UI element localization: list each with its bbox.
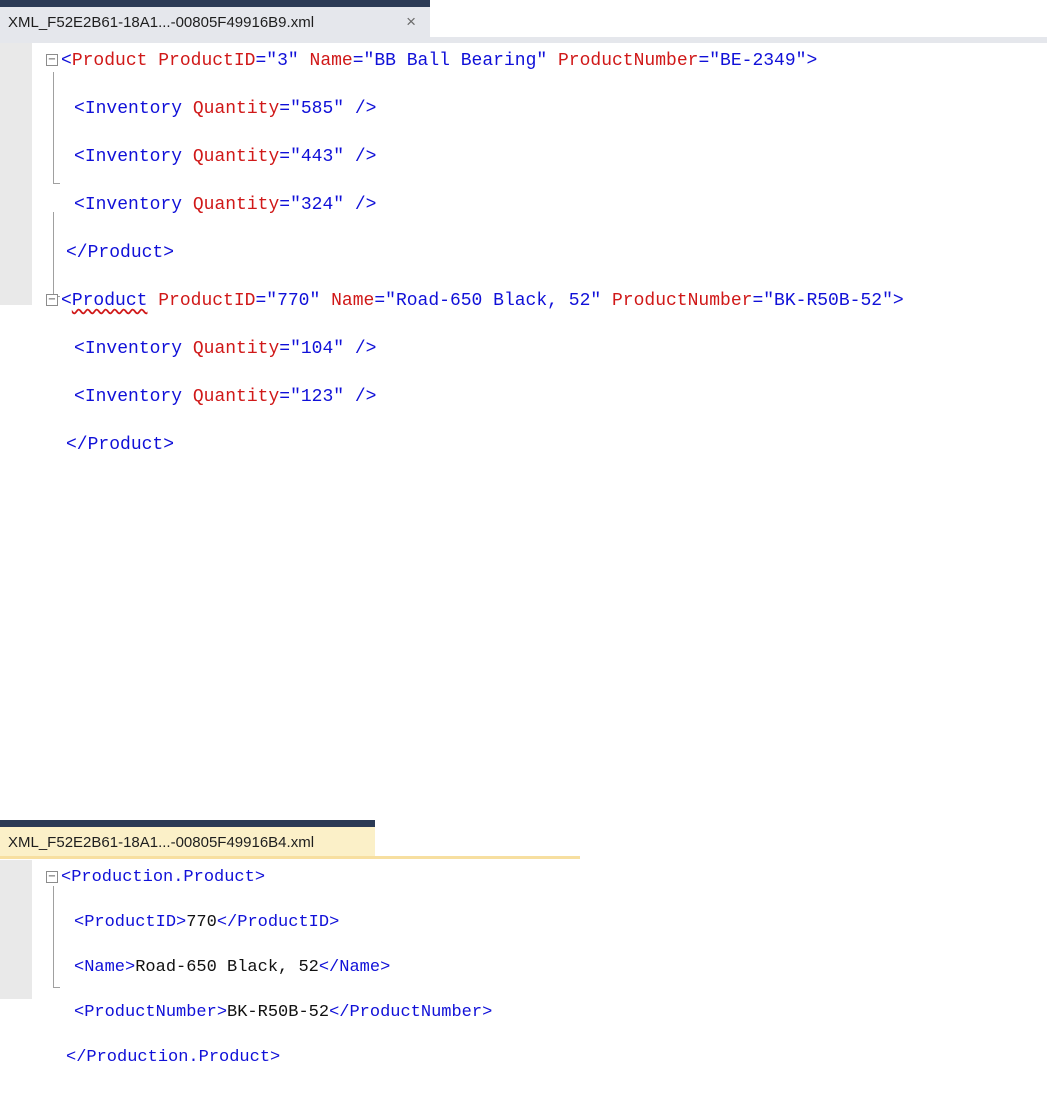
code-line: <Name>Road-650 Black, 52</Name>: [74, 958, 391, 977]
code-line: <ProductNumber>BK-R50B-52</ProductNumber…: [74, 1003, 493, 1022]
document-tab-2[interactable]: XML_F52E2B61-18A1...-00805F49916B4.xml: [0, 827, 375, 857]
tab-underline: [0, 856, 580, 859]
code-line: <Inventory Quantity="104" />: [74, 339, 377, 359]
document-tab-1[interactable]: XML_F52E2B61-18A1...-00805F49916B9.xml ×: [0, 7, 430, 37]
code-line: − <Product ProductID="3" Name="BB Ball Be…: [46, 51, 818, 71]
collapse-icon[interactable]: −: [46, 294, 58, 307]
code-line: <Inventory Quantity="585" />: [74, 99, 377, 119]
xml-editor-panel-1: XML_F52E2B61-18A1...-00805F49916B9.xml ×…: [0, 0, 1047, 455]
code-line: − <Product ProductID="770" Name="Road-650…: [46, 291, 904, 311]
xml-code-area[interactable]: − <Product ProductID="3" Name="BB Ball Be…: [46, 47, 904, 479]
xml-code-area[interactable]: − <Production.Product> <ProductID>770</Pr…: [46, 865, 492, 1090]
editor-gutter: [0, 860, 32, 999]
xml-editor-panel-2: XML_F52E2B61-18A1...-00805F49916B4.xml −…: [0, 820, 580, 1067]
tab-title: XML_F52E2B61-18A1...-00805F49916B9.xml: [8, 13, 315, 31]
code-line: <Inventory Quantity="123" />: [74, 387, 377, 407]
collapse-icon[interactable]: −: [46, 54, 58, 67]
code-line: </Product>: [66, 435, 175, 455]
tab-underline: [0, 37, 1047, 43]
code-line: </Production.Product>: [66, 1048, 281, 1067]
collapse-icon[interactable]: −: [46, 870, 58, 883]
editor-gutter: [0, 43, 32, 305]
close-icon[interactable]: ×: [406, 12, 416, 32]
code-line: − <Production.Product>: [46, 868, 266, 887]
window-frame-edge: [0, 0, 430, 7]
code-line: <ProductID>770</ProductID>: [74, 913, 340, 932]
tab-title: XML_F52E2B61-18A1...-00805F49916B4.xml: [8, 833, 315, 851]
code-line: <Inventory Quantity="324" />: [74, 195, 377, 215]
window-frame-edge: [0, 820, 375, 827]
code-line: <Inventory Quantity="443" />: [74, 147, 377, 167]
code-line: </Product>: [66, 243, 175, 263]
